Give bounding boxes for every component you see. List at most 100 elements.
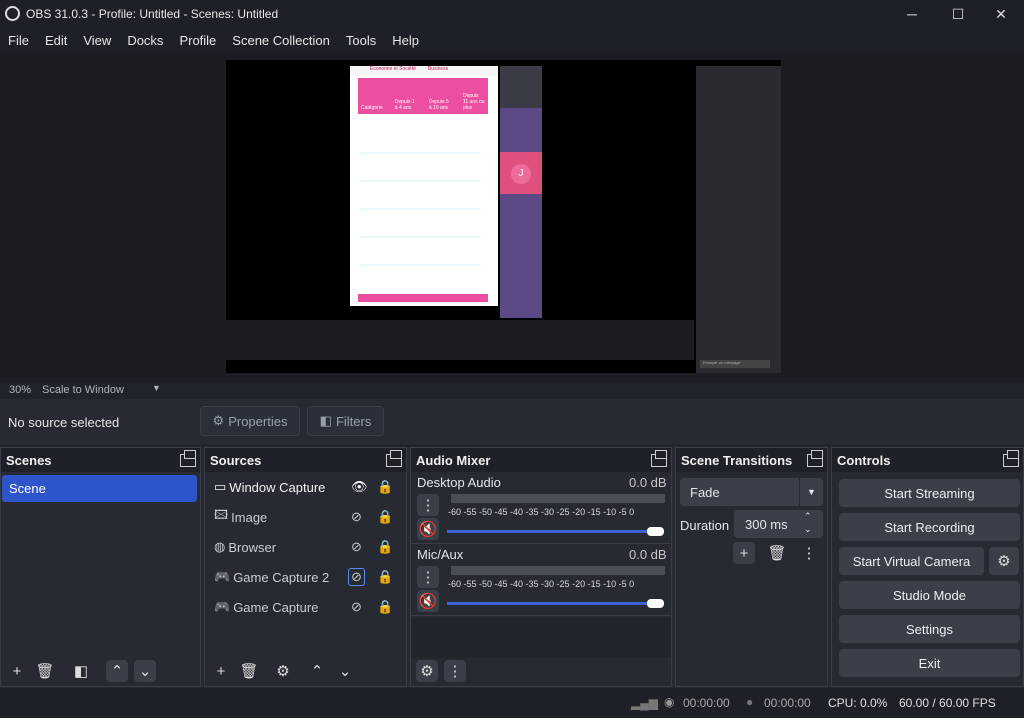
minimize-button[interactable]: ─ (889, 0, 935, 28)
lock-icon[interactable]: 🔒 (377, 509, 393, 525)
menu-view[interactable]: View (75, 33, 119, 48)
channel-name: Desktop Audio (417, 475, 501, 490)
add-transition-button[interactable]: + (733, 542, 755, 564)
close-button[interactable]: ✕ (978, 0, 1024, 28)
menu-bar: File Edit View Docks Profile Scene Colle… (0, 28, 1024, 52)
record-time: 00:00:00 (764, 696, 811, 710)
source-item[interactable]: 🎮 Game Capture ⊘ 🔒 (205, 592, 406, 622)
filters-button[interactable]: ◧ Filters (307, 406, 384, 436)
channel-menu-icon[interactable]: ⋮ (417, 566, 439, 588)
channel-name: Mic/Aux (417, 547, 464, 562)
studio-mode-button[interactable]: Studio Mode (839, 581, 1020, 609)
scene-filters-icon[interactable]: ◧ (70, 660, 92, 682)
eye-hidden-icon[interactable]: ⊘ (351, 509, 362, 525)
undock-icon[interactable] (180, 449, 196, 467)
lock-icon[interactable]: 🔒 (377, 569, 393, 585)
start-recording-button[interactable]: Start Recording (839, 513, 1020, 541)
scene-transitions-dock: Scene Transitions Fade ▼ Duration 300 ms… (675, 447, 828, 687)
source-item[interactable]: 🎮 Game Capture 2 ⊘ 🔒 (205, 562, 406, 592)
menu-profile[interactable]: Profile (171, 33, 224, 48)
add-scene-button[interactable]: + (6, 660, 28, 682)
captured-participants: J (500, 66, 542, 318)
move-down-button[interactable]: ⌄ (134, 660, 156, 682)
transition-select[interactable]: Fade ▼ (680, 478, 823, 506)
lock-icon[interactable]: 🔒 (377, 479, 393, 495)
volume-fader-handle[interactable] (647, 527, 664, 536)
gamepad-icon: 🎮 (214, 599, 231, 614)
preview-canvas[interactable]: Économie et Société Business Catégorie D… (226, 60, 781, 373)
duration-spinbox[interactable]: 300 ms ⌃ ⌄ (734, 510, 823, 538)
captured-header: Catégorie (361, 105, 383, 111)
mixer-menu-icon[interactable]: ⋮ (444, 660, 466, 682)
transition-menu-icon[interactable]: ⋮ (798, 542, 820, 564)
volume-fader[interactable] (447, 602, 659, 605)
menu-file[interactable]: File (0, 33, 37, 48)
maximize-button[interactable]: ☐ (935, 0, 981, 28)
trash-icon[interactable]: 🗑 (238, 660, 260, 682)
menu-docks[interactable]: Docks (119, 33, 171, 48)
undock-icon[interactable] (807, 449, 823, 467)
volume-meter (451, 566, 665, 575)
advanced-audio-icon[interactable]: ⚙ (416, 660, 438, 682)
move-up-button[interactable]: ⌃ (306, 660, 328, 682)
menu-edit[interactable]: Edit (37, 33, 75, 48)
scenes-title: Scenes (6, 452, 52, 468)
source-label: Game Capture 2 (233, 569, 330, 585)
captured-chat-input: Envoyer un message (700, 360, 770, 368)
chevron-down-icon[interactable]: ⌄ (804, 524, 812, 535)
sources-dock: Sources ▭ Window Capture 👁 🔒 🖾 Image ⊘ 🔒 ◍ Br… (204, 447, 407, 687)
properties-button[interactable]: ⚙ Properties (200, 406, 300, 436)
scene-transitions-header: Scene Transitions (676, 448, 827, 472)
menu-scene-collection[interactable]: Scene Collection (224, 33, 338, 48)
eye-hidden-icon[interactable]: ⊘ (351, 539, 362, 555)
eye-hidden-icon[interactable]: ⊘ (348, 568, 365, 586)
menu-help[interactable]: Help (384, 33, 427, 48)
channel-level: 0.0 dB (629, 475, 667, 490)
scale-mode[interactable]: Scale to Window (42, 384, 124, 396)
captured-header: Depuis 1 à 4 ans (394, 99, 415, 111)
source-label: Window Capture (229, 479, 326, 495)
source-item[interactable]: ▭ Window Capture 👁 🔒 (205, 472, 406, 502)
source-toolbar: No source selected ⚙ Properties ◧ Filters (0, 399, 1024, 446)
chevron-down-icon[interactable]: ▼ (152, 383, 161, 393)
controls-title: Controls (837, 452, 891, 468)
move-up-button[interactable]: ⌃ (106, 660, 128, 682)
meter-scale: -60 -55 -50 -45 -40 -35 -30 -25 -20 -15 … (448, 579, 635, 589)
fps-readout: 60.00 / 60.00 FPS (899, 696, 996, 710)
trash-icon[interactable]: 🗑 (766, 542, 788, 564)
channel-menu-icon[interactable]: ⋮ (417, 494, 439, 516)
captured-header: Depuis 11 ans ou plus (462, 93, 485, 111)
undock-icon[interactable] (386, 449, 402, 467)
start-virtual-camera-button[interactable]: Start Virtual Camera (839, 547, 984, 575)
eye-hidden-icon[interactable]: ⊘ (351, 599, 362, 615)
move-down-button[interactable]: ⌄ (334, 660, 356, 682)
source-label: Game Capture (233, 599, 319, 615)
transition-selected: Fade (690, 485, 720, 500)
lock-icon[interactable]: 🔒 (377, 539, 393, 555)
settings-button[interactable]: Settings (839, 615, 1020, 643)
exit-button[interactable]: Exit (839, 649, 1020, 677)
source-item[interactable]: 🖾 Image ⊘ 🔒 (205, 502, 406, 532)
scene-item[interactable]: Scene (2, 475, 197, 502)
eye-icon[interactable]: 👁 (351, 479, 368, 495)
trash-icon[interactable]: 🗑 (34, 660, 56, 682)
menu-tools[interactable]: Tools (338, 33, 384, 48)
filters-label: Filters (335, 413, 372, 429)
muted-speaker-icon[interactable]: 🔇 (417, 590, 439, 612)
mixer-channel: Desktop Audio 0.0 dB ⋮ 🔇 -60 -55 -50 -45… (411, 472, 671, 544)
lock-icon[interactable]: 🔒 (377, 599, 393, 615)
audio-mixer-dock: Audio Mixer Desktop Audio 0.0 dB ⋮ 🔇 -60… (410, 447, 672, 687)
undock-icon[interactable] (1003, 449, 1019, 467)
duration-label: Duration (680, 518, 730, 533)
undock-icon[interactable] (651, 449, 667, 467)
chevron-up-icon[interactable]: ⌃ (804, 511, 812, 522)
volume-fader[interactable] (447, 530, 659, 533)
muted-speaker-icon[interactable]: 🔇 (417, 518, 439, 540)
start-streaming-button[interactable]: Start Streaming (839, 479, 1020, 507)
source-item[interactable]: ◍ Browser ⊘ 🔒 (205, 532, 406, 562)
gear-icon[interactable]: ⚙ (272, 660, 294, 682)
gear-icon[interactable]: ⚙ (989, 547, 1019, 575)
source-label: Image (231, 509, 268, 525)
add-source-button[interactable]: + (210, 660, 232, 682)
volume-fader-handle[interactable] (647, 599, 664, 608)
